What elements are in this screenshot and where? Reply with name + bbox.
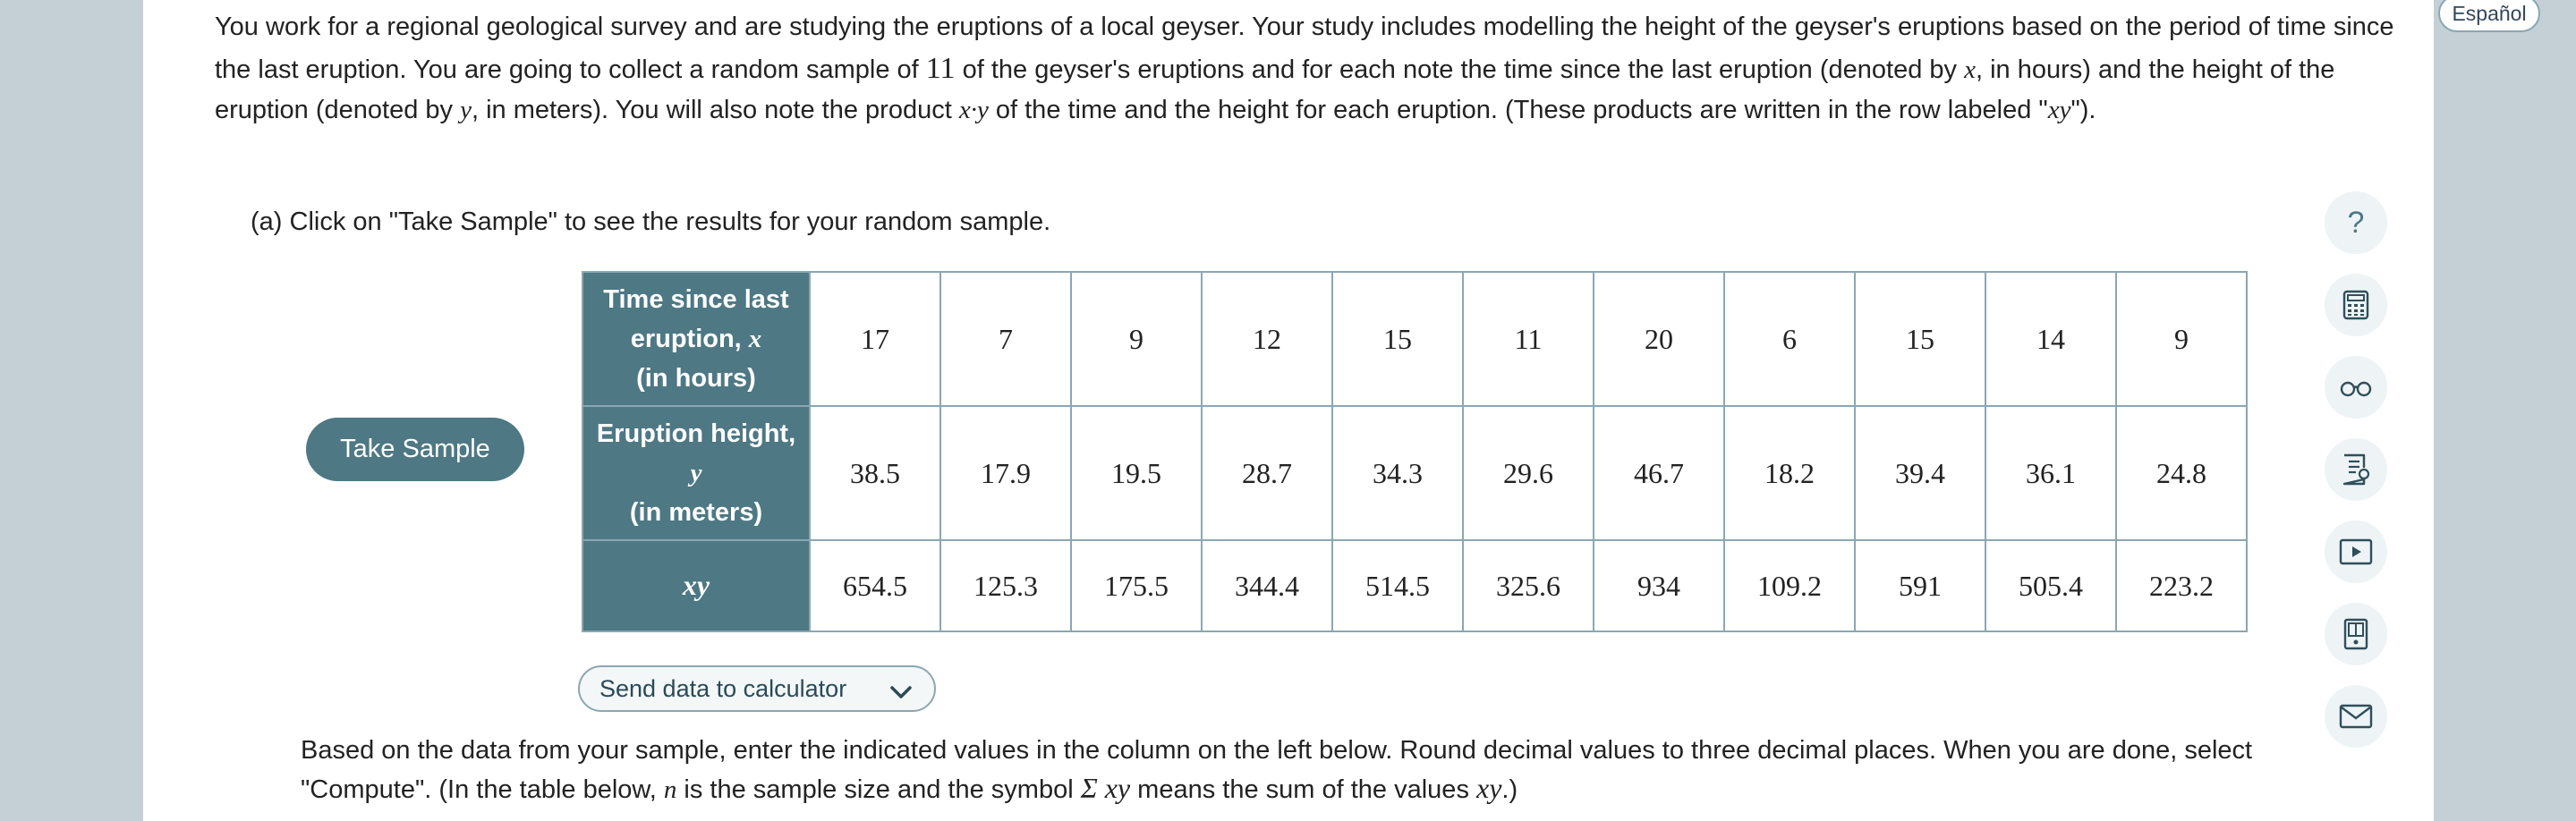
- table-cell: 20: [1593, 271, 1725, 407]
- table-cell: 34.3: [1331, 405, 1464, 541]
- table-cell: 38.5: [809, 405, 941, 541]
- table-cell: 591: [1854, 539, 1986, 632]
- part-a-instruction: (a) Click on "Take Sample" to see the re…: [251, 207, 1051, 236]
- time-row-header: Time since last eruption, x (in hours): [582, 271, 811, 407]
- calculator-icon[interactable]: [2325, 274, 2387, 336]
- table-cell: 15: [1331, 271, 1464, 407]
- height-row-header: Eruption height, y (in meters): [582, 405, 811, 541]
- mail-icon[interactable]: [2325, 685, 2387, 748]
- table-cell: 11: [1462, 271, 1594, 407]
- help-icon[interactable]: ?: [2325, 191, 2387, 254]
- table-cell: 325.6: [1462, 539, 1594, 632]
- table-cell: 9: [1070, 271, 1203, 407]
- table-cell: 14: [1985, 271, 2117, 407]
- table-cell: 17.9: [939, 405, 1072, 541]
- chevron-down-icon: [889, 680, 913, 707]
- table-cell: 9: [2115, 271, 2248, 407]
- product-row: xy 654.5 125.3 175.5 344.4 514.5 325.6 9…: [582, 539, 2248, 632]
- video-icon[interactable]: [2325, 521, 2387, 583]
- table-cell: 17: [809, 271, 941, 407]
- textbook-icon[interactable]: [2325, 603, 2387, 665]
- compute-instructions: Based on the data from your sample, ente…: [301, 736, 2253, 804]
- table-cell: 934: [1593, 539, 1725, 632]
- time-row: Time since last eruption, x (in hours) 17…: [582, 271, 2248, 407]
- send-data-to-calculator-dropdown[interactable]: Send data to calculator: [578, 665, 936, 712]
- table-cell: 125.3: [939, 539, 1072, 632]
- table-cell: 15: [1854, 271, 1986, 407]
- notes-icon[interactable]: [2325, 438, 2387, 501]
- table-cell: 28.7: [1201, 405, 1333, 541]
- height-row: Eruption height, y (in meters) 38.5 17.9 …: [582, 405, 2248, 541]
- table-cell: 18.2: [1723, 405, 1856, 541]
- send-data-label: Send data to calculator: [599, 674, 847, 702]
- table-cell: 36.1: [1985, 405, 2117, 541]
- table-cell: 6: [1723, 271, 1856, 407]
- table-cell: 29.6: [1462, 405, 1594, 541]
- take-sample-button[interactable]: Take Sample: [306, 418, 524, 481]
- table-cell: 654.5: [809, 539, 941, 632]
- product-row-header: xy: [582, 539, 811, 632]
- problem-intro: You work for a regional geological surve…: [215, 13, 2394, 124]
- table-cell: 514.5: [1331, 539, 1464, 632]
- table-cell: 24.8: [2115, 405, 2248, 541]
- table-cell: 19.5: [1070, 405, 1203, 541]
- table-cell: 223.2: [2115, 539, 2248, 632]
- sample-data-table: Time since last eruption, x (in hours) 17…: [582, 271, 2248, 632]
- table-cell: 39.4: [1854, 405, 1986, 541]
- svg-text:?: ?: [2348, 206, 2365, 240]
- table-cell: 7: [939, 271, 1072, 407]
- table-cell: 46.7: [1593, 405, 1725, 541]
- table-cell: 175.5: [1070, 539, 1203, 632]
- table-cell: 12: [1201, 271, 1333, 407]
- main-panel: Español You work for a regional geologic…: [143, 0, 2540, 821]
- espanol-button[interactable]: Español: [2438, 0, 2540, 32]
- table-cell: 344.4: [1201, 539, 1333, 632]
- table-cell: 505.4: [1985, 539, 2117, 632]
- table-cell: 109.2: [1723, 539, 1856, 632]
- glasses-icon[interactable]: [2325, 356, 2387, 419]
